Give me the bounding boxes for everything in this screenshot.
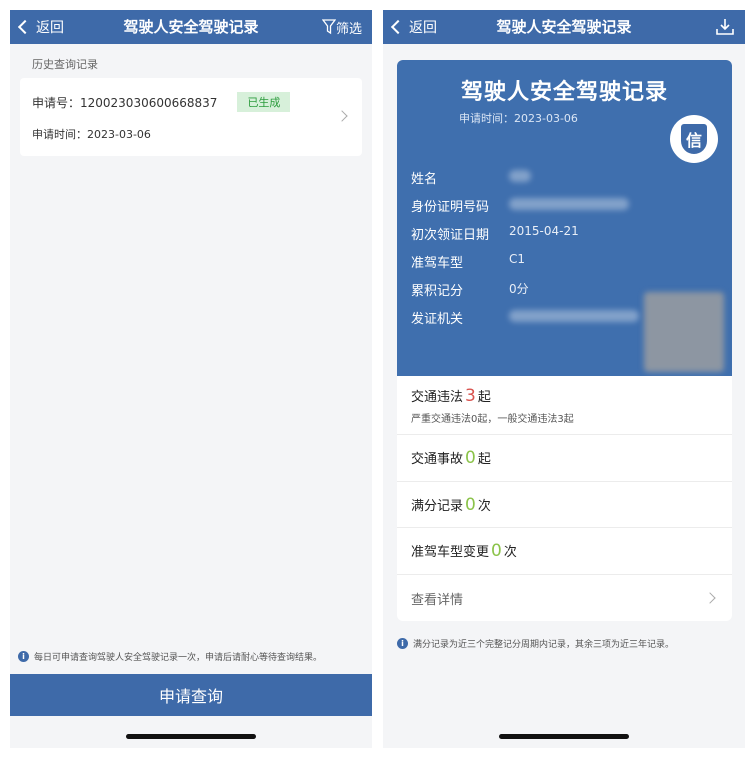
qr-code (644, 292, 724, 372)
field-vehicle-class: 准驾车型 C1 (411, 252, 526, 271)
filter-label: 筛选 (335, 21, 362, 37)
info-icon: i (397, 638, 408, 649)
info-note-text: 每日可申请查询驾驶人安全驾驶记录一次，申请后请耐心等待查询结果。 (34, 653, 323, 663)
view-details-button[interactable]: 查看详情 (397, 575, 732, 621)
field-points: 累积记分 0分 (411, 282, 529, 299)
record-detail-screen: 返回 驾驶人安全驾驶记录 驾驶人安全驾驶记录 申请时间：2023-03-06 信… (383, 10, 745, 748)
home-indicator[interactable] (499, 734, 629, 739)
stat-row-accidents: 交通事故 0 起 (397, 435, 732, 482)
application-number: 申请号：120023030600668837 (32, 95, 218, 110)
redacted-value (509, 170, 531, 182)
info-icon: i (18, 651, 29, 662)
redacted-value (509, 310, 639, 322)
shield-icon: 信 (681, 124, 707, 154)
section-title: 历史查询记录 (32, 58, 98, 71)
field-name: 姓名 (411, 168, 531, 187)
nav-bar: 返回 驾驶人安全驾驶记录 筛选 (10, 10, 372, 44)
history-screen: 返回 驾驶人安全驾驶记录 筛选 历史查询记录 申请号：1200230306006… (10, 10, 372, 748)
info-note: i 每日可申请查询驾驶人安全驾驶记录一次，申请后请耐心等待查询结果。 (18, 650, 322, 663)
redacted-value (509, 198, 629, 210)
download-icon (716, 19, 734, 35)
history-record-item[interactable]: 申请号：120023030600668837 已生成 申请时间：2023-03-… (20, 78, 362, 156)
back-label: 返回 (409, 20, 437, 36)
page-title: 驾驶人安全驾驶记录 (123, 18, 259, 36)
stat-row-class-change: 准驾车型变更 0 次 (397, 528, 732, 575)
field-issuing-authority: 发证机关 (411, 308, 639, 327)
violation-breakdown: 严重交通违法0起，一般交通违法3起 (411, 413, 574, 425)
chevron-left-icon (17, 19, 33, 35)
info-note: i 满分记录为近三个完整记分周期内记录，其余三项为近三年记录。 (397, 637, 674, 650)
record-certificate-card: 驾驶人安全驾驶记录 申请时间：2023-03-06 信 姓名 身份证明号码 初次… (397, 60, 732, 376)
stat-row-violations: 交通违法 3 起 严重交通违法0起，一般交通违法3起 (397, 376, 732, 435)
certificate-title: 驾驶人安全驾驶记录 (460, 80, 668, 105)
field-first-license-date: 初次领证日期 2015-04-21 (411, 224, 579, 243)
filter-button[interactable]: 筛选 (321, 10, 362, 44)
chevron-left-icon (390, 19, 406, 35)
filter-icon (321, 19, 336, 35)
apply-query-button[interactable]: 申请查询 (10, 674, 372, 716)
chevron-right-icon (704, 592, 716, 604)
home-indicator[interactable] (126, 734, 256, 739)
class-change-count: 0 (491, 541, 502, 561)
back-label: 返回 (36, 20, 64, 36)
credit-seal-icon: 信 (670, 115, 718, 163)
application-time: 申请时间：2023-03-06 (32, 128, 151, 141)
nav-bar: 返回 驾驶人安全驾驶记录 (383, 10, 745, 44)
back-button[interactable]: 返回 (389, 10, 437, 44)
stat-row-full-score: 满分记录 0 次 (397, 482, 732, 528)
full-score-count: 0 (465, 494, 476, 515)
chevron-right-icon (336, 110, 348, 122)
info-note-text: 满分记录为近三个完整记分周期内记录，其余三项为近三年记录。 (413, 640, 675, 650)
download-button[interactable] (715, 10, 735, 44)
view-details-label: 查看详情 (411, 592, 464, 608)
page-title: 驾驶人安全驾驶记录 (496, 18, 632, 36)
accident-count: 0 (465, 448, 476, 468)
record-stats-list: 交通违法 3 起 严重交通违法0起，一般交通违法3起 交通事故 0 起 满分记录… (397, 376, 732, 621)
back-button[interactable]: 返回 (16, 10, 64, 44)
status-badge: 已生成 (237, 92, 291, 112)
field-id-number: 身份证明号码 (411, 196, 629, 215)
violation-count: 3 (465, 385, 476, 406)
